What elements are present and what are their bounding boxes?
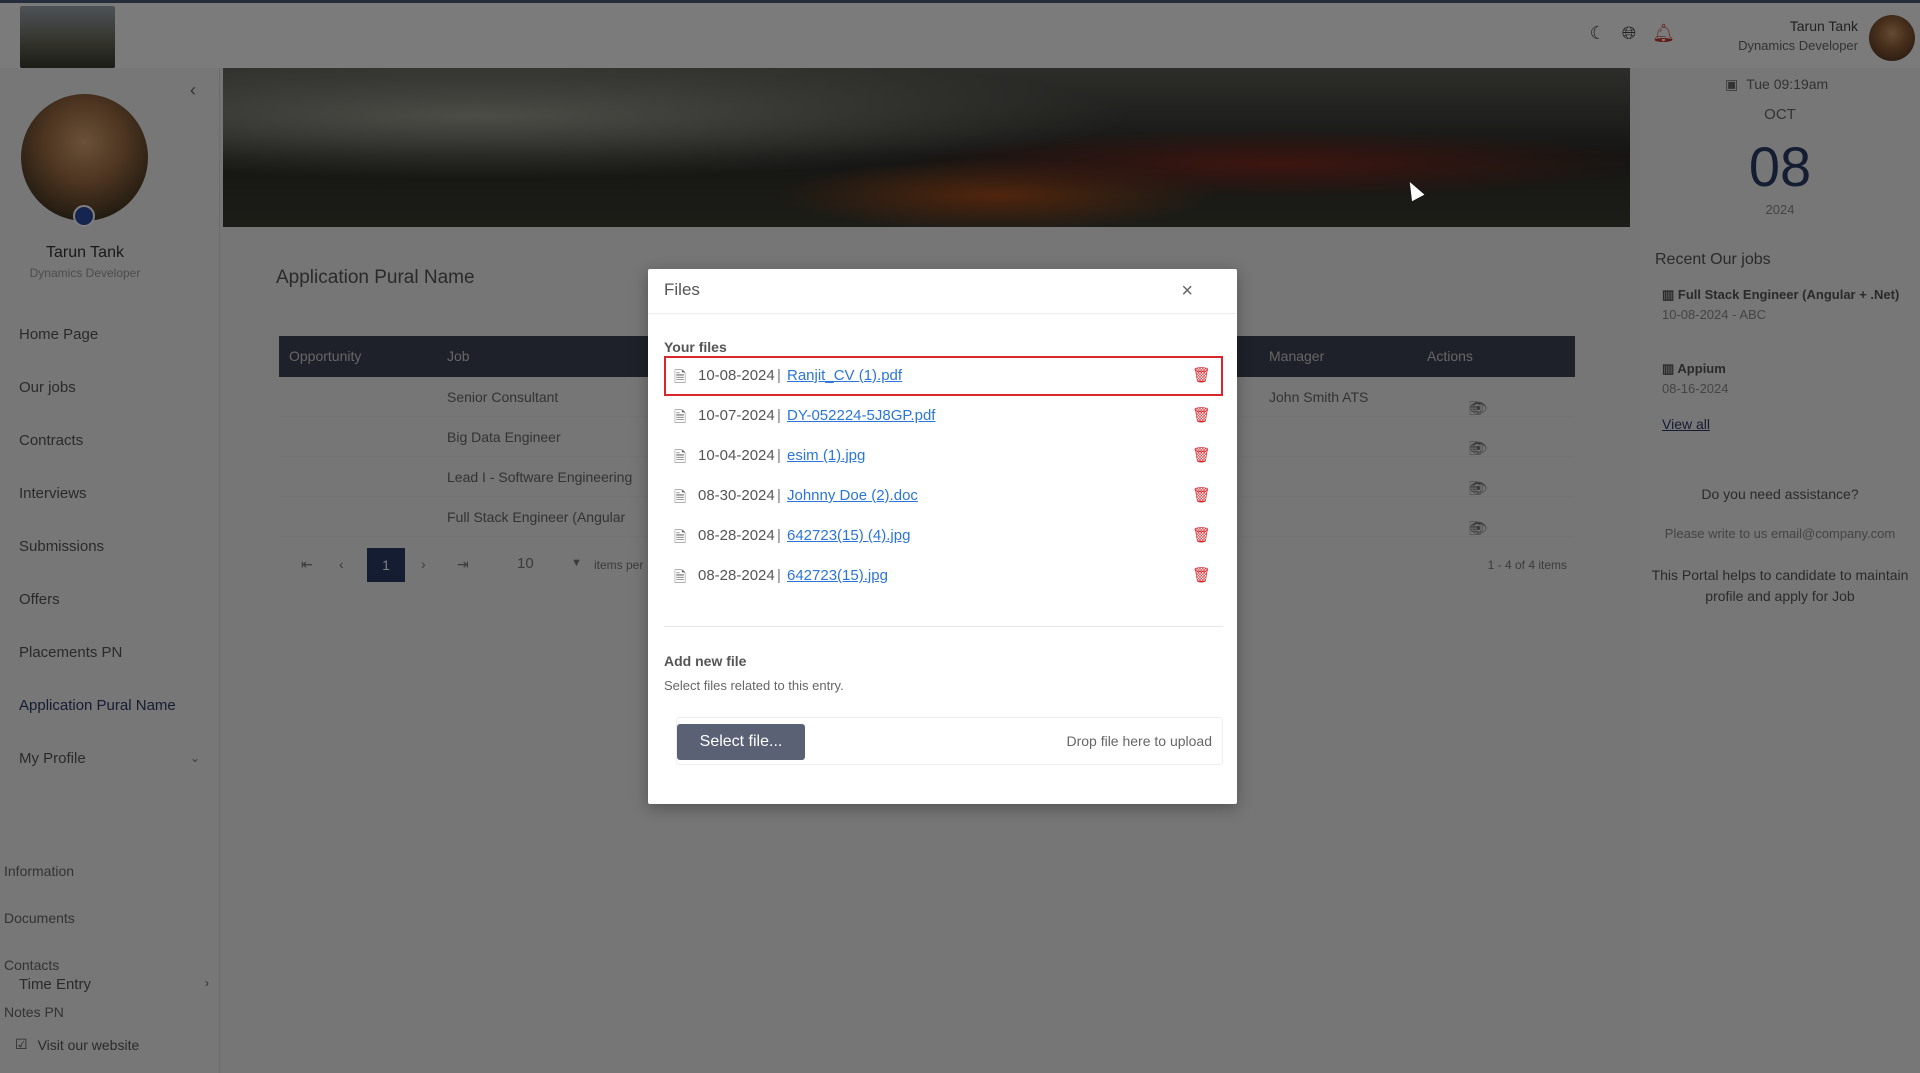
file-link[interactable]: Ranjit_CV (1).pdf [787, 367, 902, 384]
file-separator: | [777, 367, 781, 384]
dialog-header-divider [648, 313, 1237, 314]
file-link[interactable]: 642723(15) (4).jpg [787, 527, 910, 544]
file-link[interactable]: DY-052224-5J8GP.pdf [787, 407, 935, 424]
trash-icon[interactable]: 🗑︎ [1192, 526, 1211, 544]
file-row: 🗎 08-28-2024 | 642723(15).jpg 🗑︎ [664, 556, 1223, 596]
add-file-hint: Select files related to this entry. [664, 678, 844, 693]
document-icon: 🗎 [674, 489, 687, 506]
file-date: 08-28-2024 [698, 567, 775, 584]
document-icon: 🗎 [674, 409, 687, 426]
file-link[interactable]: 642723(15).jpg [787, 567, 888, 584]
trash-icon[interactable]: 🗑︎ [1192, 566, 1211, 584]
add-file-title: Add new file [664, 653, 747, 669]
files-dialog: Files × Your files 🗎 10-08-2024 | Ranjit… [648, 269, 1237, 804]
file-date: 10-07-2024 [698, 407, 775, 424]
file-separator: | [777, 527, 781, 544]
file-dropzone[interactable]: Select file... Drop file here to upload [676, 717, 1223, 765]
document-icon: 🗎 [674, 449, 687, 466]
trash-icon[interactable]: 🗑︎ [1192, 406, 1211, 424]
file-link[interactable]: Johnny Doe (2).doc [787, 487, 918, 504]
file-date: 08-30-2024 [698, 487, 775, 504]
document-icon: 🗎 [674, 569, 687, 586]
trash-icon[interactable]: 🗑︎ [1192, 486, 1211, 504]
file-date: 10-08-2024 [698, 367, 775, 384]
file-row: 🗎 08-28-2024 | 642723(15) (4).jpg 🗑︎ [664, 516, 1223, 556]
file-row: 🗎 10-08-2024 | Ranjit_CV (1).pdf 🗑︎ [664, 356, 1223, 396]
file-date: 08-28-2024 [698, 527, 775, 544]
trash-icon[interactable]: 🗑︎ [1192, 366, 1211, 384]
file-link[interactable]: esim (1).jpg [787, 447, 865, 464]
file-row: 🗎 08-30-2024 | Johnny Doe (2).doc 🗑︎ [664, 476, 1223, 516]
file-separator: | [777, 567, 781, 584]
select-file-button[interactable]: Select file... [677, 724, 805, 760]
file-row: 🗎 10-04-2024 | esim (1).jpg 🗑︎ [664, 436, 1223, 476]
file-separator: | [777, 447, 781, 464]
file-list: 🗎 10-08-2024 | Ranjit_CV (1).pdf 🗑︎ 🗎 10… [664, 356, 1223, 596]
trash-icon[interactable]: 🗑︎ [1192, 446, 1211, 464]
file-separator: | [777, 407, 781, 424]
document-icon: 🗎 [674, 369, 687, 386]
close-icon[interactable]: × [1181, 280, 1193, 303]
section-divider [664, 626, 1223, 627]
file-separator: | [777, 487, 781, 504]
file-date: 10-04-2024 [698, 447, 775, 464]
your-files-label: Your files [664, 339, 727, 355]
drop-hint: Drop file here to upload [1066, 733, 1212, 749]
document-icon: 🗎 [674, 529, 687, 546]
file-row: 🗎 10-07-2024 | DY-052224-5J8GP.pdf 🗑︎ [664, 396, 1223, 436]
dialog-title: Files [664, 280, 700, 299]
